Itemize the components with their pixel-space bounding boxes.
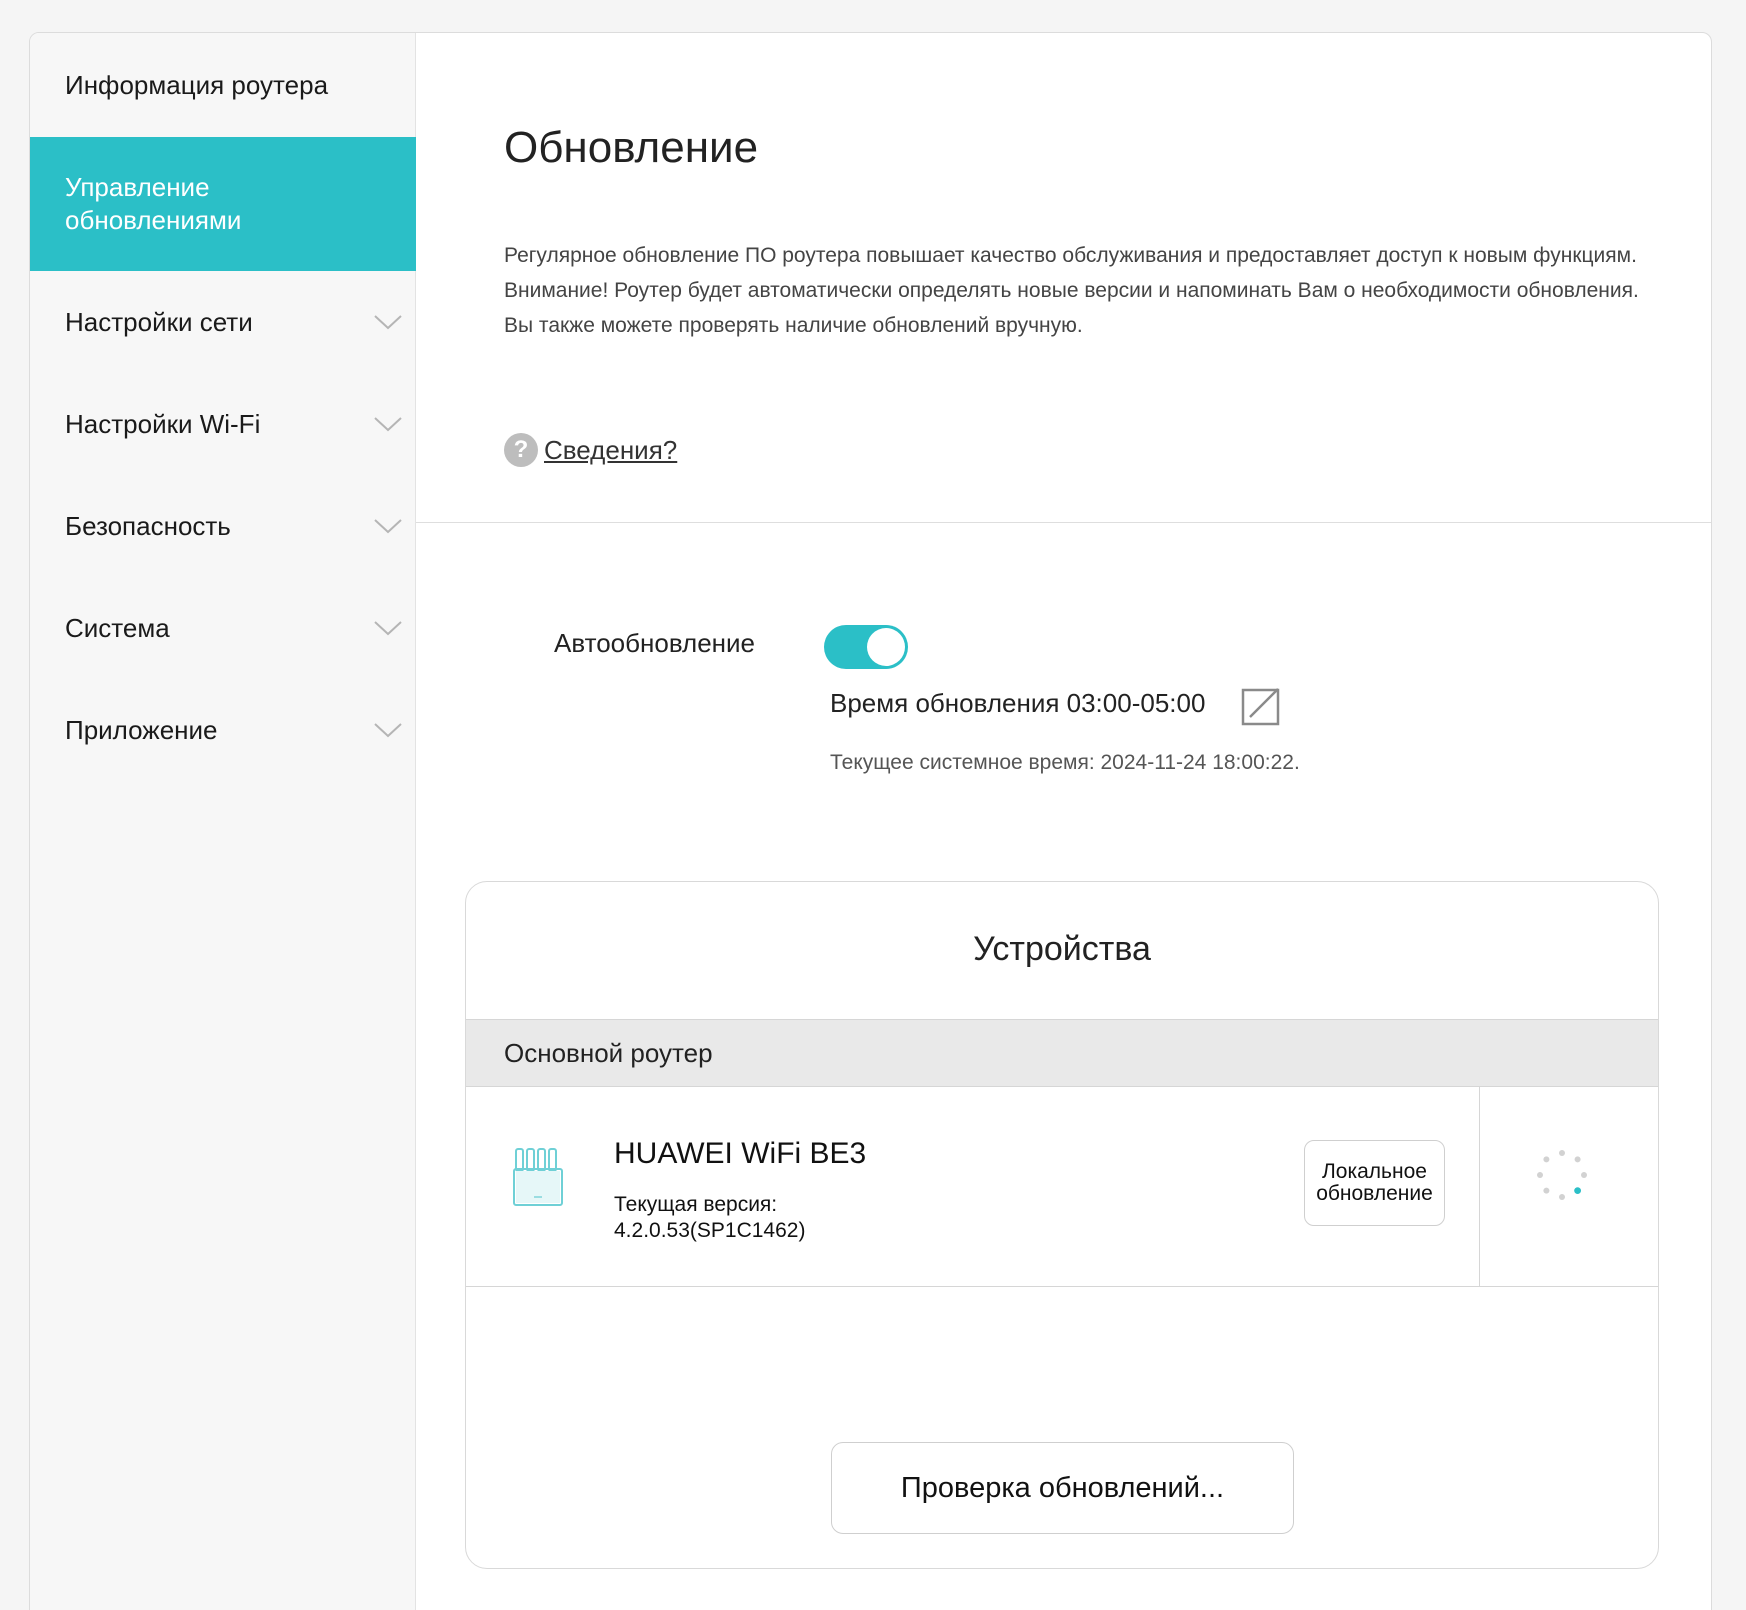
device-row: HUAWEI WiFi BE3 Текущая версия: 4.2.0.53…	[466, 1087, 1658, 1287]
sidebar-item-system[interactable]: Система	[30, 577, 416, 679]
auto-update-toggle[interactable]	[824, 625, 908, 669]
main-content: Обновление Регулярное обновление ПО роут…	[416, 33, 1711, 1610]
sidebar-item-applications[interactable]: Приложение	[30, 679, 416, 781]
sidebar-item-network-settings[interactable]: Настройки сети	[30, 271, 416, 373]
sidebar-item-label: Настройки сети	[65, 306, 253, 337]
devices-card: Устройства Основной роутер HUAWEI WiFi B…	[465, 881, 1659, 1569]
chevron-down-icon	[374, 519, 402, 534]
sidebar-item-router-info[interactable]: Информация роутера	[30, 33, 416, 137]
sidebar-item-security[interactable]: Безопасность	[30, 475, 416, 577]
sidebar: Информация роутера Управление обновления…	[30, 33, 416, 1610]
auto-update-label: Автообновление	[554, 628, 756, 658]
page-description: Регулярное обновление ПО роутера повышае…	[504, 238, 1644, 343]
system-time-text: Текущее системное время: 2024-11-24 18:0…	[830, 751, 1300, 774]
app-frame: Информация роутера Управление обновления…	[29, 32, 1712, 1610]
toggle-knob	[867, 628, 905, 666]
sidebar-item-wifi-settings[interactable]: Настройки Wi-Fi	[30, 373, 416, 475]
sidebar-item-label: Управление обновлениями	[65, 172, 242, 235]
section-divider	[416, 522, 1711, 523]
sidebar-item-update-management[interactable]: Управление обновлениями	[30, 137, 416, 271]
description-line: Регулярное обновление ПО роутера повышае…	[504, 244, 1637, 267]
sidebar-item-label: Информация роутера	[65, 69, 329, 100]
help-link[interactable]: Сведения?	[544, 435, 677, 466]
current-version-label: Текущая версия:	[614, 1193, 778, 1216]
description-line: Внимание! Роутер будет автоматически опр…	[504, 279, 1639, 337]
page-title: Обновление	[504, 123, 759, 172]
local-update-button[interactable]: Локальное обновление	[1304, 1140, 1445, 1226]
device-name: HUAWEI WiFi BE3	[614, 1137, 867, 1170]
update-time-text: Время обновления 03:00-05:00	[830, 688, 1206, 718]
sidebar-item-label: Система	[65, 612, 170, 643]
sidebar-item-label: Безопасность	[65, 510, 231, 541]
chevron-down-icon	[374, 723, 402, 738]
devices-title: Устройства	[973, 930, 1151, 968]
current-version-value: 4.2.0.53(SP1C1462)	[614, 1219, 806, 1242]
chevron-down-icon	[374, 315, 402, 330]
edit-icon[interactable]	[1240, 685, 1282, 727]
sidebar-item-label: Приложение	[65, 714, 218, 745]
row-separator	[1479, 1087, 1480, 1286]
chevron-down-icon	[374, 621, 402, 636]
router-icon	[513, 1148, 563, 1206]
main-router-section-header: Основной роутер	[466, 1019, 1658, 1087]
check-updates-button[interactable]: Проверка обновлений...	[831, 1442, 1294, 1534]
help-link-group[interactable]: ? Сведения?	[504, 433, 677, 467]
chevron-down-icon	[374, 417, 402, 432]
question-circle-icon: ?	[504, 433, 538, 467]
loading-spinner-icon	[1537, 1150, 1587, 1200]
sidebar-item-label: Настройки Wi-Fi	[65, 408, 261, 439]
